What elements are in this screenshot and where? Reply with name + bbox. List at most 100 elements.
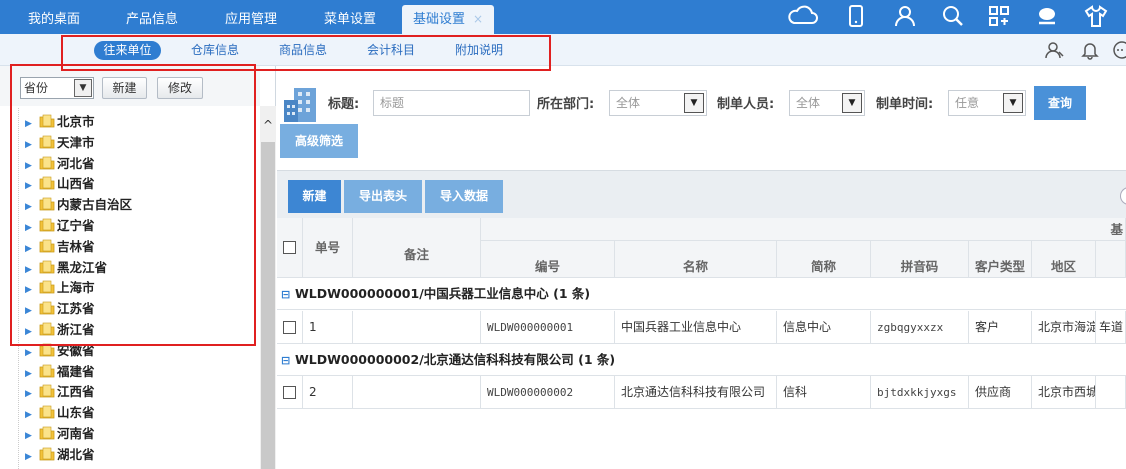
tree-node[interactable]: ▶ 黑龙江省: [25, 258, 107, 278]
header-no[interactable]: 单号: [303, 218, 353, 278]
tree-node[interactable]: ▶ 安徽省: [25, 341, 95, 361]
tree-node[interactable]: ▶ 天津市: [25, 133, 95, 153]
expand-icon[interactable]: ▶: [25, 384, 39, 404]
grid-toolbar: 新建 导出表头 导入数据: [277, 170, 1126, 218]
user-icon[interactable]: [892, 3, 918, 29]
import-data-button[interactable]: 导入数据: [425, 180, 503, 213]
header-name[interactable]: 名称: [615, 241, 777, 278]
apps-icon[interactable]: [986, 3, 1012, 29]
chat-icon[interactable]: [1034, 3, 1060, 29]
tab-basic-settings-label: 基础设置: [412, 12, 465, 27]
tree-node[interactable]: ▶ 山西省: [25, 174, 95, 194]
expand-icon[interactable]: ▶: [25, 447, 39, 467]
scroll-thumb[interactable]: [261, 142, 275, 469]
tree-node[interactable]: ▶ 河南省: [25, 424, 95, 444]
export-header-button[interactable]: 导出表头: [344, 180, 422, 213]
expand-icon[interactable]: ▶: [25, 114, 39, 134]
header-customer-type[interactable]: 客户类型: [969, 241, 1032, 278]
title-input[interactable]: 标题: [373, 90, 530, 116]
expand-icon[interactable]: ▶: [25, 218, 39, 238]
scroll-right-handle[interactable]: [1120, 187, 1126, 205]
bell-icon[interactable]: [1080, 40, 1100, 60]
cell-remark: [353, 311, 481, 344]
tree-node[interactable]: ▶ 河北省: [25, 154, 95, 174]
folder-icon: [39, 343, 55, 357]
select-all-checkbox[interactable]: [283, 241, 296, 254]
shirt-icon[interactable]: [1083, 3, 1109, 29]
tree-node[interactable]: ▶ 湖北省: [25, 445, 95, 465]
header-region[interactable]: 地区: [1032, 241, 1096, 278]
collapse-icon[interactable]: ⊟: [281, 345, 295, 377]
more-icon[interactable]: [1112, 40, 1126, 60]
time-select[interactable]: 任意 ▼: [948, 90, 1026, 116]
tab-menu-settings[interactable]: 菜单设置: [308, 5, 392, 34]
header-remark[interactable]: 备注: [353, 218, 481, 278]
tree-node[interactable]: ▶ 江西省: [25, 382, 95, 402]
expand-icon[interactable]: ▶: [25, 239, 39, 259]
expand-icon[interactable]: ▶: [25, 135, 39, 155]
tree-toolbar: 省份 ▼ 新建 修改: [0, 66, 260, 106]
tree-node[interactable]: ▶ 北京市: [25, 112, 95, 132]
expand-icon[interactable]: ▶: [25, 343, 39, 363]
data-grid: 单号 备注 基 编号 名称 简称 拼音码 客户类型 地区 ⊟ WLDW000000…: [277, 218, 1126, 469]
close-icon[interactable]: ×: [473, 12, 483, 26]
tab-app-management[interactable]: 应用管理: [210, 5, 292, 34]
dept-select[interactable]: 全体 ▼: [609, 90, 707, 116]
tree-node[interactable]: ▶ 上海市: [25, 278, 95, 298]
subtab-warehouse[interactable]: 仓库信息: [184, 41, 246, 60]
tree-node[interactable]: ▶ 内蒙古自治区: [25, 195, 132, 215]
province-select[interactable]: 省份 ▼: [20, 77, 94, 99]
mobile-icon[interactable]: [843, 3, 869, 29]
maker-label: 制单人员:: [717, 97, 775, 112]
tree-node[interactable]: ▶ 山东省: [25, 403, 95, 423]
subtab-goods[interactable]: 商品信息: [272, 41, 334, 60]
header-code[interactable]: 编号: [481, 241, 615, 278]
tab-product-info[interactable]: 产品信息: [112, 5, 192, 34]
tree-node[interactable]: ▶ 福建省: [25, 362, 95, 382]
table-row[interactable]: 2 WLDW000000002 北京通达信科科技有限公司 信科 bjtdxkkj…: [277, 376, 1126, 409]
row-checkbox[interactable]: [283, 321, 296, 334]
cloud-icon[interactable]: [786, 3, 820, 29]
group-row[interactable]: ⊟ WLDW000000002/北京通达信科科技有限公司 (1 条): [277, 344, 1126, 376]
tree-node[interactable]: ▶ 吉林省: [25, 237, 95, 257]
users-icon[interactable]: [1044, 40, 1066, 60]
expand-icon[interactable]: ▶: [25, 426, 39, 446]
expand-icon[interactable]: ▶: [25, 156, 39, 176]
cell-code: WLDW000000002: [481, 376, 615, 409]
header-pinyin[interactable]: 拼音码: [871, 241, 969, 278]
advanced-filter-button[interactable]: 高级筛选: [280, 124, 358, 158]
tab-my-desktop[interactable]: 我的桌面: [14, 5, 94, 34]
tree-node[interactable]: ▶ 浙江省: [25, 320, 95, 340]
grid-new-button[interactable]: 新建: [288, 180, 341, 213]
tree-node[interactable]: ▶ 辽宁省: [25, 216, 95, 236]
scroll-up-icon[interactable]: ^: [260, 118, 276, 134]
tree-scrollbar[interactable]: ^: [260, 106, 276, 469]
expand-icon[interactable]: ▶: [25, 176, 39, 196]
subtab-contacts[interactable]: 往来单位: [94, 41, 161, 60]
maker-select-value: 全体: [796, 96, 821, 110]
table-row[interactable]: 1 WLDW000000001 中国兵器工业信息中心 信息中心 zgbqgyxx…: [277, 311, 1126, 344]
query-button[interactable]: 查询: [1034, 86, 1086, 120]
expand-icon[interactable]: ▶: [25, 280, 39, 300]
header-short[interactable]: 简称: [777, 241, 871, 278]
top-nav-bar: 我的桌面 产品信息 应用管理 菜单设置 基础设置 ×: [0, 0, 1126, 34]
maker-select[interactable]: 全体 ▼: [789, 90, 865, 116]
group-row[interactable]: ⊟ WLDW000000001/中国兵器工业信息中心 (1 条): [277, 278, 1126, 310]
tab-basic-settings[interactable]: 基础设置 ×: [402, 5, 494, 34]
tree-node[interactable]: ▶ 江苏省: [25, 299, 95, 319]
search-icon[interactable]: [940, 3, 966, 29]
expand-icon[interactable]: ▶: [25, 322, 39, 342]
tree-edit-button[interactable]: 修改: [157, 77, 203, 99]
expand-icon[interactable]: ▶: [25, 260, 39, 280]
cell-code: WLDW000000001: [481, 311, 615, 344]
cell-pinyin: bjtdxkkjyxgs: [871, 376, 969, 409]
expand-icon[interactable]: ▶: [25, 405, 39, 425]
subtab-notes[interactable]: 附加说明: [448, 41, 510, 60]
expand-icon[interactable]: ▶: [25, 197, 39, 217]
expand-icon[interactable]: ▶: [25, 301, 39, 321]
expand-icon[interactable]: ▶: [25, 364, 39, 384]
collapse-icon[interactable]: ⊟: [281, 279, 295, 311]
row-checkbox[interactable]: [283, 386, 296, 399]
tree-new-button[interactable]: 新建: [102, 77, 147, 99]
subtab-accounts[interactable]: 会计科目: [360, 41, 422, 60]
